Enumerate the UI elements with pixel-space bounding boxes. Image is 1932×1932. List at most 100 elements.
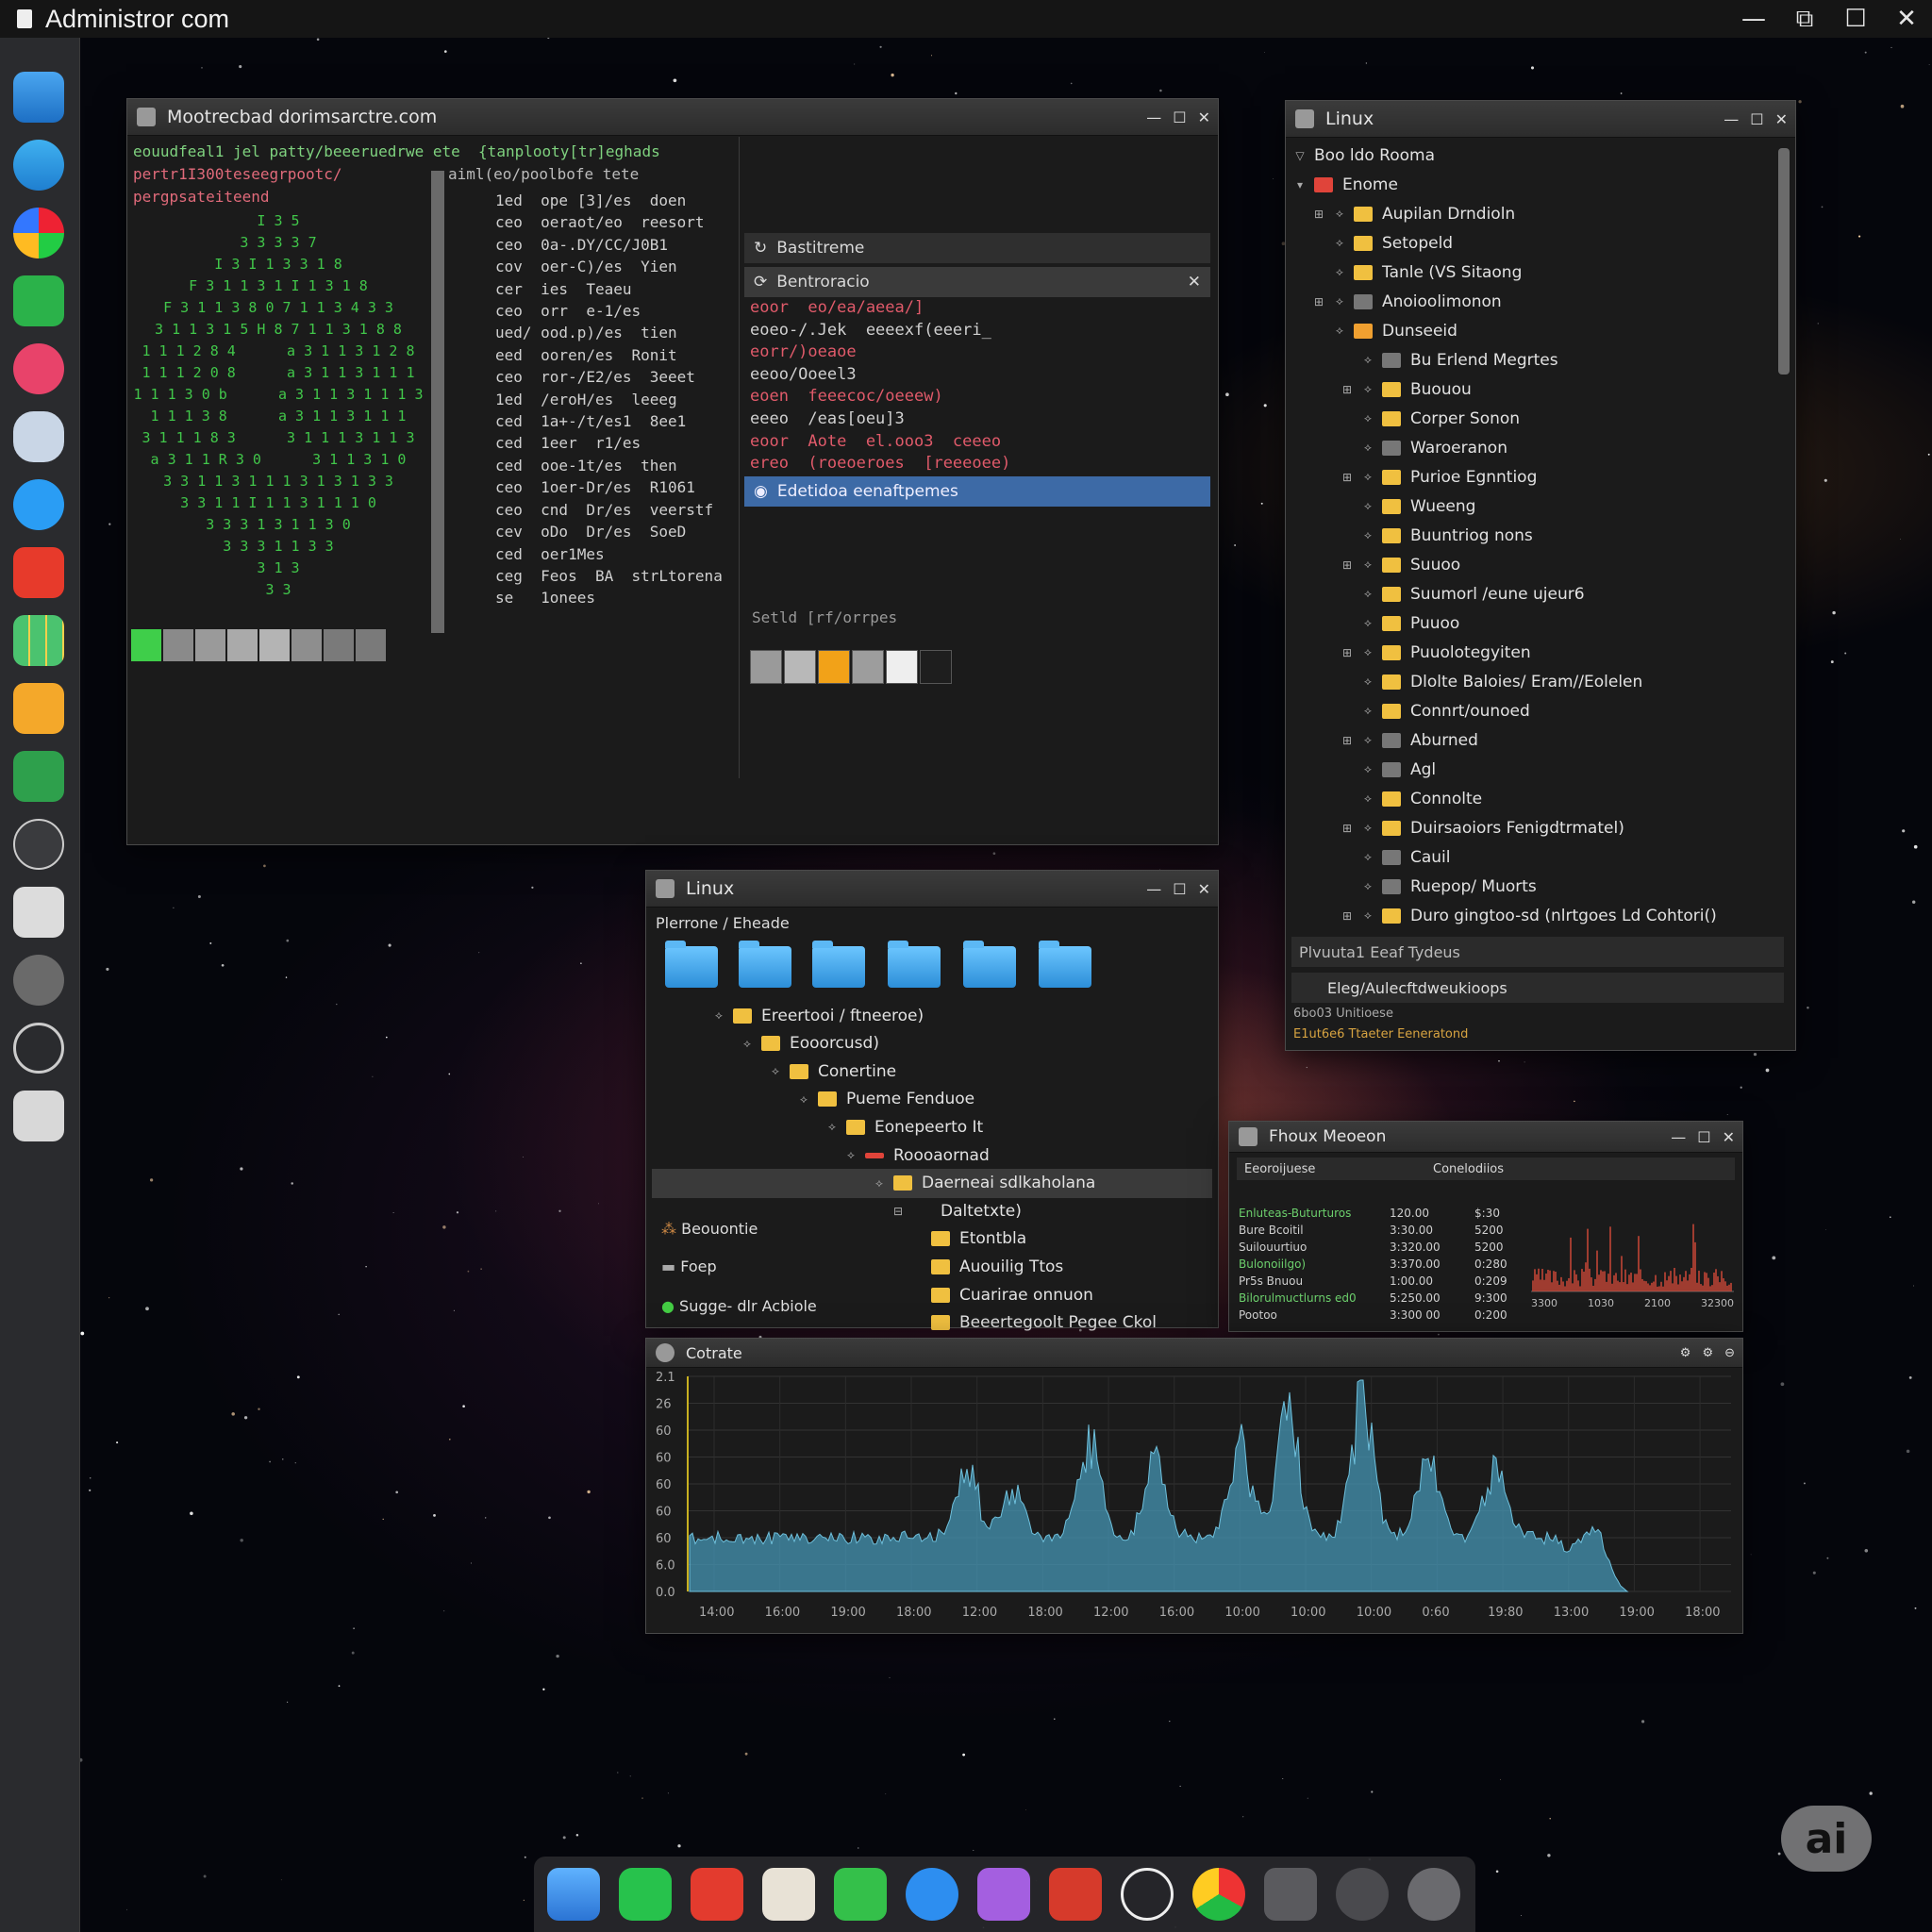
folder-icon[interactable] (665, 941, 718, 988)
files-dock-icon[interactable] (547, 1868, 600, 1921)
settings-icon[interactable] (13, 955, 64, 1006)
maximize-icon[interactable]: ☐ (1697, 1128, 1710, 1146)
process-monitor-window[interactable]: Fhoux Meoeon — ☐ ✕ Eeoroijuese Conelodiios… (1228, 1121, 1743, 1332)
shield-icon[interactable] (13, 411, 64, 462)
settings-icon[interactable]: ⚙ (1680, 1346, 1691, 1360)
clock-icon[interactable] (13, 819, 64, 870)
file-tree-item[interactable]: Cuarirae onnuon (910, 1280, 1093, 1309)
window-manager-icon[interactable] (13, 72, 64, 123)
process-row[interactable]: Bilorulmuctlurns ed0 5:250.00 9:300 (1239, 1291, 1767, 1308)
timer-icon[interactable] (13, 1023, 64, 1074)
expand-toggle-icon[interactable]: ⊞ (1341, 383, 1354, 396)
tree-item[interactable]: ⊞ ⟡ Buouou (1341, 375, 1472, 404)
close-icon[interactable]: ✕ (1775, 110, 1788, 128)
tree-item[interactable]: ⟡ Tanle (VS Sitaong (1312, 258, 1522, 287)
mail-icon[interactable] (13, 683, 64, 734)
maximize-icon[interactable]: ☐ (1173, 108, 1186, 126)
manager-item[interactable]: ↻ Bastitreme (744, 233, 1210, 263)
tree-item[interactable]: ⟡ Cauil (1341, 842, 1450, 872)
tree-item[interactable]: ⊞ ⟡ Purioe Egnntiog (1341, 462, 1537, 491)
terminal-scrollbar[interactable] (431, 171, 444, 633)
expand-toggle-icon[interactable]: ⊞ (1341, 734, 1354, 747)
maps-dock-icon[interactable] (834, 1868, 887, 1921)
chat-icon[interactable] (691, 1868, 743, 1921)
performance-chart-window[interactable]: Cotrate ⚙ ⚙ ⊖ 2.1 26 60 60 60 60 60 6.0 0.0 14:00 16… (645, 1338, 1743, 1634)
tree-item[interactable]: ⟡ Agl (1341, 755, 1436, 784)
folder-icon[interactable] (1039, 941, 1091, 988)
expand-toggle-icon[interactable]: ⊞ (1341, 558, 1354, 572)
expand-toggle-icon[interactable]: ⊞ (1341, 646, 1354, 659)
manager-item[interactable]: ⟳ Bentroracio ✕ (744, 267, 1210, 297)
tree-item[interactable]: ⊞ ⟡ Aburned (1341, 725, 1478, 755)
expand-toggle-icon[interactable]: ⊞ (1341, 909, 1354, 923)
process-row[interactable]: Bulonoiilgo) 3:370.00 0:280 (1239, 1257, 1767, 1274)
chrome-icon[interactable] (13, 208, 64, 258)
process-row[interactable]: Bure Bcoitil 3:30.00 5200 (1239, 1224, 1767, 1241)
folder-icon[interactable] (812, 941, 865, 988)
tree-item[interactable]: ⊞ ⟡ Suuoo (1341, 550, 1460, 579)
file-tree-item[interactable]: Etontbla (910, 1224, 1026, 1254)
files-titlebar[interactable]: Linux — ☐ ✕ (646, 871, 1218, 908)
minimize-icon[interactable]: — (1671, 1128, 1686, 1146)
close-button[interactable]: ✕ (1881, 5, 1932, 33)
network-icon[interactable] (13, 140, 64, 191)
sidebar-place[interactable]: ● Sugge- dlr Acbiole (661, 1297, 817, 1315)
minimize-icon[interactable]: — (1146, 108, 1161, 126)
proc-titlebar[interactable]: Fhoux Meoeon — ☐ ✕ (1229, 1122, 1742, 1153)
file-tree-item[interactable]: ⟡ Pueme Fenduoe (797, 1085, 974, 1114)
restore-button[interactable]: ⧉ (1779, 5, 1830, 34)
tree-scrollbar[interactable] (1778, 148, 1790, 375)
tree-item[interactable]: ⟡ Waroeranon (1341, 433, 1507, 462)
file-tree-item[interactable]: ⊟ Daltetxte) (891, 1196, 1022, 1225)
close-icon[interactable]: ✕ (1198, 108, 1210, 126)
tree-item[interactable]: ⟡ Dunseeid (1312, 316, 1457, 345)
notes-icon[interactable] (13, 1091, 64, 1141)
tree-root[interactable]: ▽ Boo ldo Rooma (1293, 141, 1435, 170)
tree-footer-action[interactable]: Eleg/Aulecftdweukioops (1291, 973, 1784, 1003)
sidebar-place[interactable]: ⁂ Beouontie (661, 1220, 758, 1238)
tree-item[interactable]: ⊞ ⟡ Duirsaoiors Fenigdtrmatel) (1341, 813, 1624, 842)
tree-item[interactable]: ⟡ Connolte (1341, 784, 1482, 813)
chrome-icon[interactable] (1192, 1868, 1245, 1921)
message-icon[interactable] (1264, 1868, 1317, 1921)
maps-icon[interactable] (13, 275, 64, 326)
phone-icon[interactable] (619, 1868, 672, 1921)
file-tree-item[interactable]: ⟡ Daerneai sdlkaholana (652, 1168, 1212, 1198)
minimize-icon[interactable]: — (1146, 880, 1161, 898)
ai-badge[interactable]: ai (1781, 1806, 1872, 1872)
tree-item[interactable]: ⊞ ⟡ Puuolotegyiten (1341, 638, 1531, 667)
linux-titlebar[interactable]: Linux — ☐ ✕ (1286, 101, 1795, 138)
maximize-button[interactable]: ☐ (1830, 5, 1881, 33)
process-row[interactable]: Pr5s Bnuou 1:00.00 0:209 (1239, 1274, 1767, 1291)
terminal-window[interactable]: Mootrecbad dorimsarctre.com — ☐ ✕ eouudfea… (126, 98, 1219, 845)
close-icon[interactable]: ✕ (1723, 1128, 1735, 1146)
edit-icon[interactable] (13, 887, 64, 938)
tree-item[interactable]: ⊞ ⟡ Aupilan Drndioln (1312, 199, 1515, 228)
folder-dock-icon[interactable] (762, 1868, 815, 1921)
tree-item[interactable]: ⟡ Wueeng (1341, 491, 1475, 521)
record-icon[interactable] (13, 547, 64, 598)
tree-item[interactable]: ⟡ Buuntriog nons (1341, 521, 1533, 550)
perf-titlebar[interactable]: Cotrate ⚙ ⚙ ⊖ (646, 1339, 1742, 1368)
minimize-button[interactable]: — (1728, 5, 1779, 33)
tree-item[interactable]: ⟡ Dlolte Baloies/ Eram//Eolelen (1341, 667, 1642, 696)
tree-item[interactable]: ⟡ Corper Sonon (1341, 404, 1520, 433)
close-icon[interactable]: ⊖ (1724, 1346, 1735, 1360)
tree-item[interactable]: ⊞ ⟡ Duro gingtoo-sd (nlrtgoes Ld Cohtori() (1341, 901, 1717, 930)
file-tree-item[interactable]: ⟡ Eooorcusd) (741, 1029, 879, 1058)
manager-selected-item[interactable]: ◉ Edetidoa eenaftpemes (744, 476, 1210, 507)
tree-item[interactable]: ⟡ Ruepop/ Muorts (1341, 872, 1537, 901)
camera-icon[interactable] (1407, 1868, 1460, 1921)
folder-icon[interactable] (963, 941, 1016, 988)
shield-dock-icon[interactable] (906, 1868, 958, 1921)
tab-resources[interactable]: Eeoroijuese (1244, 1162, 1433, 1176)
network-dock-icon[interactable] (1121, 1868, 1174, 1921)
search-dock-icon[interactable] (1336, 1868, 1389, 1921)
file-tree-item[interactable]: ⟡ Eonepeerto It (825, 1112, 983, 1141)
tree-item[interactable]: ⟡ Bu Erlend Megrtes (1341, 345, 1558, 375)
calendar-grid-icon[interactable] (13, 615, 64, 666)
tree-home[interactable]: ▾ Enome (1293, 170, 1398, 199)
file-tree-item[interactable]: ⟡ Ereertooi / ftneeroe) (712, 1001, 924, 1030)
linux-tree-window[interactable]: Linux — ☐ ✕ ▽ Boo ldo Rooma ▾ Enome Plvuuta1… (1285, 100, 1796, 1051)
file-tree-item[interactable]: Auouilig Ttos (910, 1252, 1063, 1281)
